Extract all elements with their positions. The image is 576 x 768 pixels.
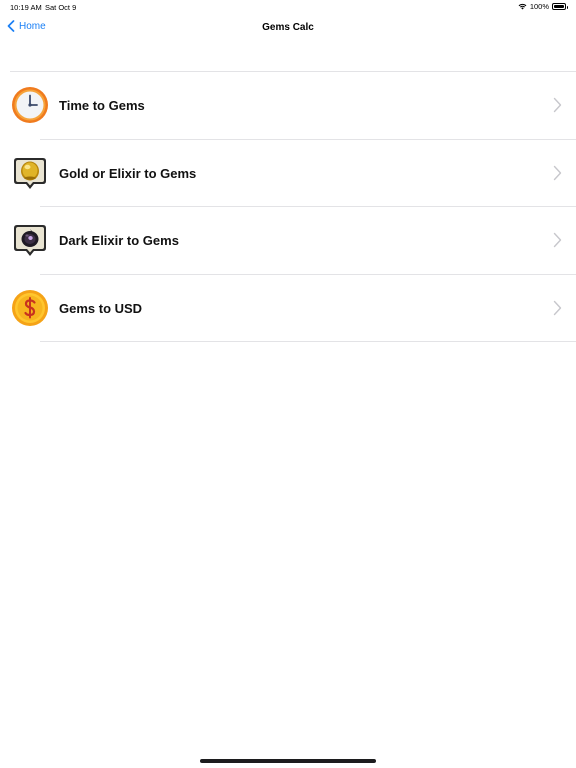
- wifi-icon: [518, 3, 527, 10]
- list-item-gems-to-usd[interactable]: Gems to USD: [0, 275, 576, 342]
- list-item-label: Time to Gems: [59, 98, 145, 113]
- status-time: 10:19 AM: [10, 3, 42, 12]
- status-right: 100%: [518, 2, 568, 11]
- list-item-dark-elixir-to-gems[interactable]: Dark Elixir to Gems: [0, 207, 576, 275]
- chevron-right-icon: [553, 232, 562, 248]
- clock-icon: [12, 87, 48, 123]
- list-item-label: Gold or Elixir to Gems: [59, 165, 197, 181]
- menu-list: Time to Gems Gold or Elixir to Gems Dark…: [0, 71, 576, 342]
- navigation-bar: Home Gems Calc: [0, 14, 576, 44]
- list-item-label: Gems to USD: [59, 300, 143, 316]
- battery-percent: 100%: [529, 2, 549, 11]
- battery-icon: [552, 3, 568, 10]
- chevron-right-icon: [553, 97, 562, 113]
- dark-elixir-icon: [14, 225, 46, 256]
- dollar-coin-icon: [12, 289, 48, 326]
- status-date: Sat Oct 9: [45, 3, 77, 12]
- gold-elixir-icon: [14, 157, 46, 189]
- page-title: Gems Calc: [262, 22, 314, 33]
- list-item-time-to-gems[interactable]: Time to Gems: [0, 72, 576, 140]
- chevron-right-icon: [553, 165, 562, 180]
- chevron-right-icon: [553, 300, 562, 315]
- status-bar: 10:19 AM Sat Oct 9 100%: [0, 0, 576, 14]
- app-screen: 10:19 AM Sat Oct 9 100% Home Gems Calc T…: [0, 0, 576, 768]
- list-item-label: Dark Elixir to Gems: [59, 233, 179, 248]
- home-indicator[interactable]: [200, 759, 376, 763]
- list-item-gold-or-elixir-to-gems[interactable]: Gold or Elixir to Gems: [0, 140, 576, 207]
- row-separator: [40, 341, 576, 342]
